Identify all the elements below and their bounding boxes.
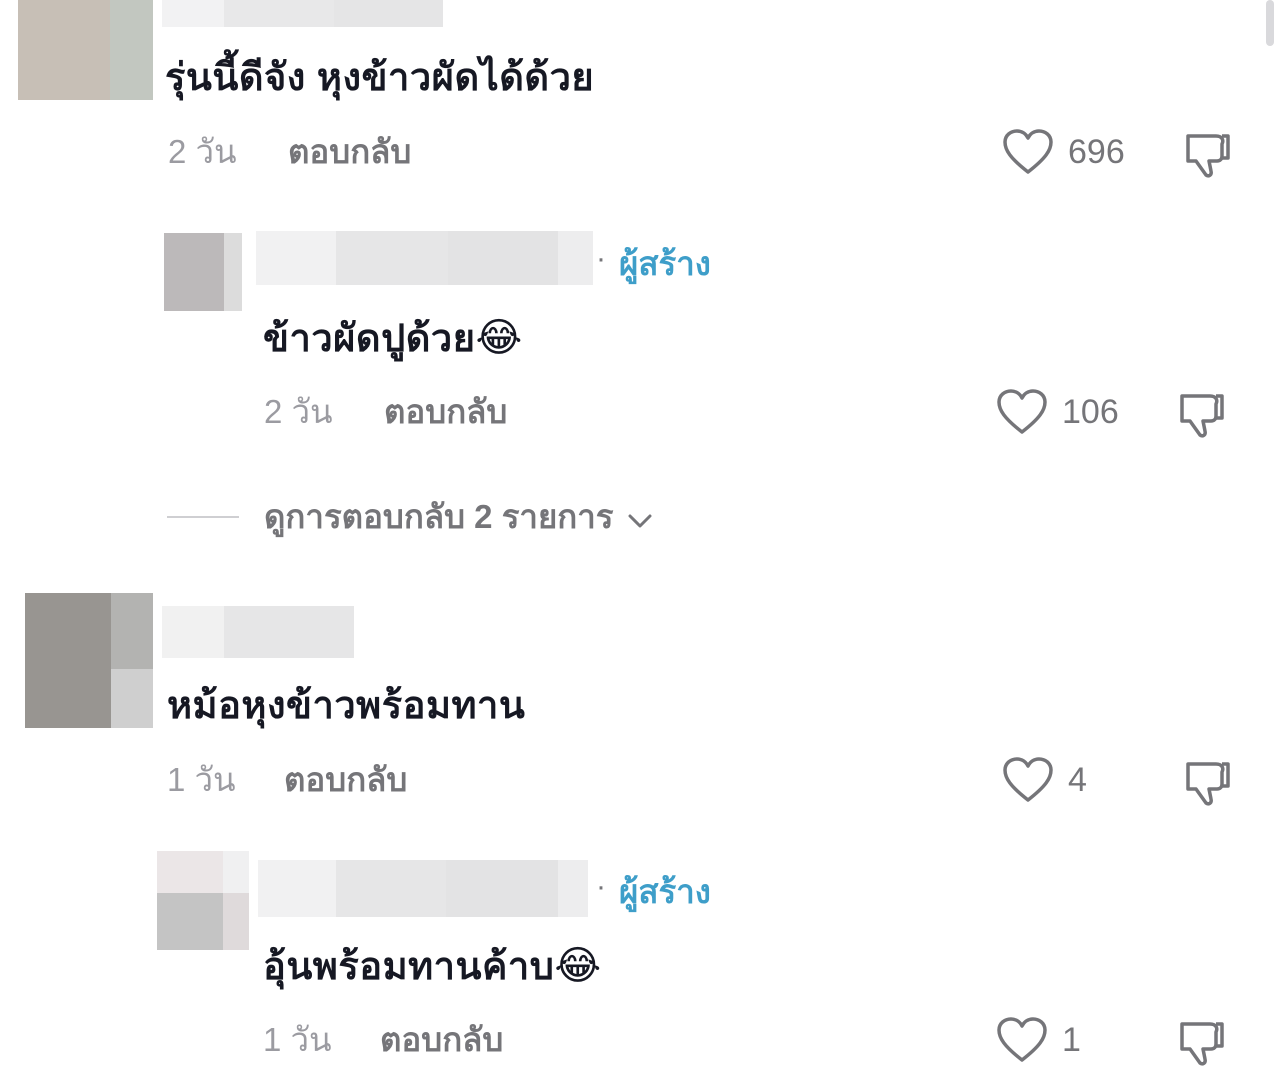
reply-button[interactable]: ตอบกลับ [284,760,407,800]
chevron-down-icon [627,498,653,540]
scrollbar[interactable] [1266,0,1274,46]
creator-username-blurred[interactable] [256,231,593,285]
thumbs-down-icon[interactable] [1176,1016,1228,1068]
separator-dot: · [596,870,606,903]
reply-text: ข้าวผัดปูด้วย😂 [263,312,523,365]
username-blurred[interactable] [162,606,354,658]
like-count: 696 [1068,133,1125,171]
thumbs-down-icon[interactable] [1176,388,1228,440]
reply-date: 2 วัน [264,393,333,430]
comment-text: รุ่นนี้ดีจัง หุงข้าวผัดได้ด้วย [165,57,595,99]
reply-avatar[interactable] [164,233,242,311]
thumbs-down-icon[interactable] [1182,128,1234,180]
like-count: 106 [1062,393,1119,431]
view-replies-label: ดูการตอบกลับ 2 รายการ [264,498,614,535]
heart-outline-icon[interactable] [1002,756,1054,804]
reply-text-content: อุ้นพร้อมทานค้าบ [263,946,555,988]
creator-badge: ผู้สร้าง [619,873,711,910]
reply-button[interactable]: ตอบกลับ [384,392,507,432]
separator-dot: · [596,242,606,275]
heart-outline-icon[interactable] [996,1016,1048,1064]
comment-text: หม้อหุงข้าวพร้อมทาน [167,685,526,727]
heart-outline-icon[interactable] [1002,128,1054,176]
creator-badge: ผู้สร้าง [619,245,711,282]
reply-avatar[interactable] [157,851,249,950]
heart-outline-icon[interactable] [996,388,1048,436]
view-replies-button[interactable]: ดูการตอบกลับ 2 รายการ [264,496,653,540]
like-count: 4 [1068,761,1087,799]
avatar[interactable] [25,593,153,728]
reply-text: อุ้นพร้อมทานค้าบ😂 [263,940,602,993]
reply-text-content: ข้าวผัดปูด้วย [263,318,476,360]
thumbs-down-icon[interactable] [1182,756,1234,808]
replies-divider [167,516,239,518]
creator-username-blurred[interactable] [258,860,588,917]
like-count: 1 [1062,1021,1081,1059]
username-blurred[interactable] [162,0,443,27]
comment-date: 1 วัน [167,761,236,798]
reply-button[interactable]: ตอบกลับ [288,132,411,172]
reply-date: 1 วัน [263,1021,332,1058]
avatar[interactable] [18,0,153,100]
laughing-emoji-icon: 😂 [475,316,523,360]
comment-date: 2 วัน [168,133,237,170]
laughing-emoji-icon: 😂 [554,944,602,988]
reply-button[interactable]: ตอบกลับ [380,1020,503,1060]
